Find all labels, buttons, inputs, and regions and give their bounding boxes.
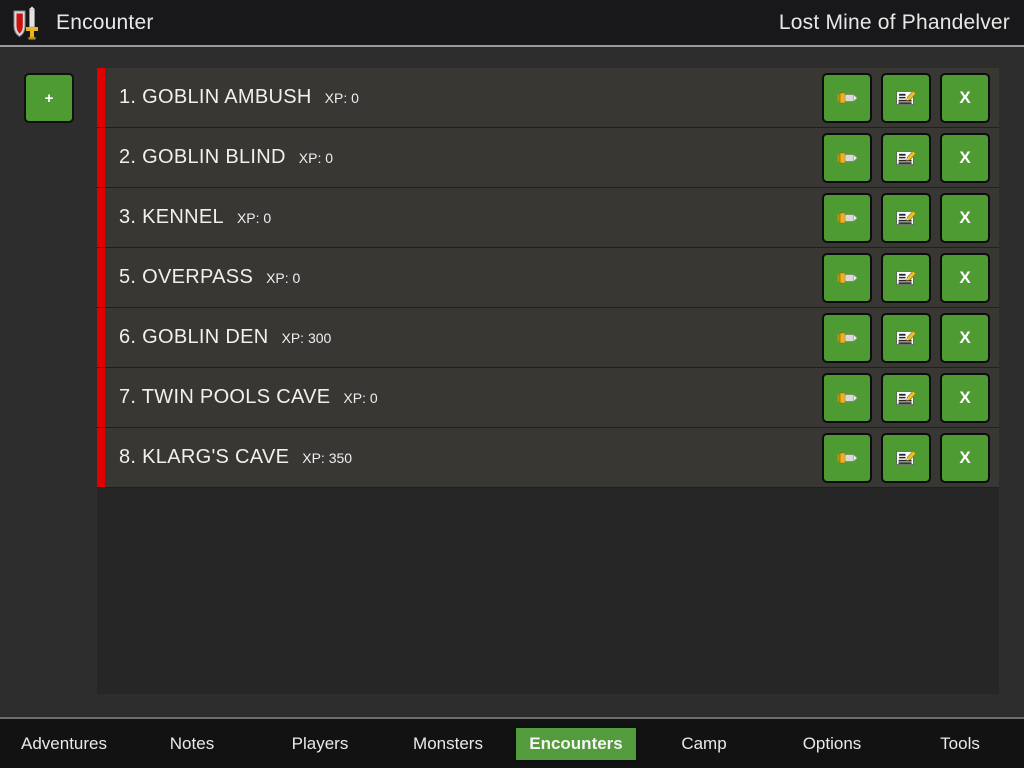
encounter-title: 8. KLARG'S CAVE: [119, 446, 290, 468]
edit-encounter-button[interactable]: [881, 252, 931, 303]
delete-encounter-button[interactable]: X: [940, 132, 990, 183]
encounter-xp: XP: 0: [298, 150, 334, 166]
edit-encounter-button[interactable]: [881, 372, 931, 423]
encounter-xp: XP: 0: [324, 90, 359, 106]
tab-camp[interactable]: Camp: [640, 719, 768, 768]
encounter-list[interactable]: 1. GOBLIN AMBUSH XP: 0 X 2. GOBLIN BLIND…: [97, 68, 999, 694]
encounter-row-7[interactable]: 8. KLARG'S CAVE XP: 350 X: [97, 428, 999, 488]
run-encounter-button[interactable]: [822, 432, 872, 483]
run-encounter-button[interactable]: [822, 252, 872, 303]
encounter-row-actions: X: [822, 72, 990, 123]
run-encounter-button[interactable]: [822, 72, 872, 123]
encounter-row-text: 8. KLARG'S CAVE XP: 350: [119, 446, 352, 469]
tab-notes[interactable]: Notes: [128, 719, 256, 768]
edit-encounter-button[interactable]: [881, 132, 931, 183]
edit-encounter-button[interactable]: [881, 72, 931, 123]
encounter-title: 3. KENNEL: [119, 206, 224, 228]
encounter-row-actions: X: [822, 432, 990, 483]
encounter-row-text: 2. GOBLIN BLIND XP: 0: [119, 146, 333, 169]
encounter-xp: XP: 0: [343, 390, 378, 406]
edit-encounter-button[interactable]: [881, 432, 931, 483]
encounter-row-3[interactable]: 3. KENNEL XP: 0 X: [97, 188, 999, 248]
delete-encounter-button[interactable]: X: [940, 72, 990, 123]
encounter-xp: XP: 350: [302, 450, 353, 466]
row-accent-bar: [97, 248, 105, 307]
row-accent-bar: [97, 428, 105, 487]
encounter-xp: XP: 0: [236, 210, 272, 226]
encounter-title: 1. GOBLIN AMBUSH: [119, 86, 312, 108]
encounter-title: 2. GOBLIN BLIND: [119, 146, 286, 168]
encounter-row-1[interactable]: 1. GOBLIN AMBUSH XP: 0 X: [97, 68, 999, 128]
encounter-row-text: 7. TWIN POOLS CAVE XP: 0: [119, 386, 378, 409]
tab-label: Players: [291, 733, 349, 753]
encounter-row-actions: X: [822, 192, 990, 243]
add-encounter-button[interactable]: +: [24, 73, 74, 123]
adventure-title: Lost Mine of Phandelver: [778, 10, 1010, 34]
delete-encounter-button[interactable]: X: [940, 312, 990, 363]
encounter-row-text: 3. KENNEL XP: 0: [119, 206, 271, 229]
delete-encounter-button[interactable]: X: [940, 372, 990, 423]
app-header: Encounter Lost Mine of Phandelver: [0, 0, 1024, 47]
shield-sword-icon: [10, 6, 44, 40]
edit-encounter-button[interactable]: [881, 312, 931, 363]
edit-encounter-button[interactable]: [881, 192, 931, 243]
encounter-row-text: 5. OVERPASS XP: 0: [119, 266, 300, 289]
tab-label: Options: [802, 733, 862, 753]
plus-icon: +: [44, 89, 54, 107]
row-accent-bar: [97, 68, 105, 127]
encounter-row-actions: X: [822, 132, 990, 183]
tab-tools[interactable]: Tools: [896, 719, 1024, 768]
run-encounter-button[interactable]: [822, 132, 872, 183]
tab-encounters[interactable]: Encounters: [512, 719, 640, 768]
encounter-row-actions: X: [822, 312, 990, 363]
tab-players[interactable]: Players: [256, 719, 384, 768]
main-content: + 1. GOBLIN AMBUSH XP: 0 X 2. GOBLIN BLI…: [0, 49, 1024, 715]
run-encounter-button[interactable]: [822, 372, 872, 423]
encounter-row-actions: X: [822, 372, 990, 423]
tab-label: Tools: [940, 733, 980, 753]
tab-label: Adventures: [21, 733, 107, 753]
encounter-row-text: 6. GOBLIN DEN XP: 300: [119, 326, 331, 349]
tab-label: Notes: [169, 733, 215, 753]
encounter-row-text: 1. GOBLIN AMBUSH XP: 0: [119, 86, 359, 109]
delete-encounter-button[interactable]: X: [940, 252, 990, 303]
encounter-row-6[interactable]: 7. TWIN POOLS CAVE XP: 0 X: [97, 368, 999, 428]
encounter-xp: XP: 0: [266, 270, 301, 286]
tab-label: Camp: [681, 733, 727, 753]
encounter-title: 5. OVERPASS: [119, 266, 254, 288]
tab-options[interactable]: Options: [768, 719, 896, 768]
encounter-xp: XP: 300: [281, 330, 332, 346]
tab-monsters[interactable]: Monsters: [384, 719, 512, 768]
bottom-tab-bar: Adventures Notes Players Monsters Encoun…: [0, 717, 1024, 768]
row-accent-bar: [97, 368, 105, 427]
tab-label: Monsters: [413, 733, 483, 753]
run-encounter-button[interactable]: [822, 312, 872, 363]
tab-label: Encounters: [514, 725, 638, 762]
delete-encounter-button[interactable]: X: [940, 192, 990, 243]
encounter-title: 6. GOBLIN DEN: [119, 326, 269, 348]
encounter-row-4[interactable]: 5. OVERPASS XP: 0 X: [97, 248, 999, 308]
encounter-row-5[interactable]: 6. GOBLIN DEN XP: 300 X: [97, 308, 999, 368]
run-encounter-button[interactable]: [822, 192, 872, 243]
encounter-title: 7. TWIN POOLS CAVE: [119, 386, 331, 408]
encounter-row-2[interactable]: 2. GOBLIN BLIND XP: 0 X: [97, 128, 999, 188]
row-accent-bar: [97, 128, 105, 187]
row-accent-bar: [97, 188, 105, 247]
delete-encounter-button[interactable]: X: [940, 432, 990, 483]
encounter-row-actions: X: [822, 252, 990, 303]
page-title: Encounter: [56, 10, 154, 34]
row-accent-bar: [97, 308, 105, 367]
tab-adventures[interactable]: Adventures: [0, 719, 128, 768]
